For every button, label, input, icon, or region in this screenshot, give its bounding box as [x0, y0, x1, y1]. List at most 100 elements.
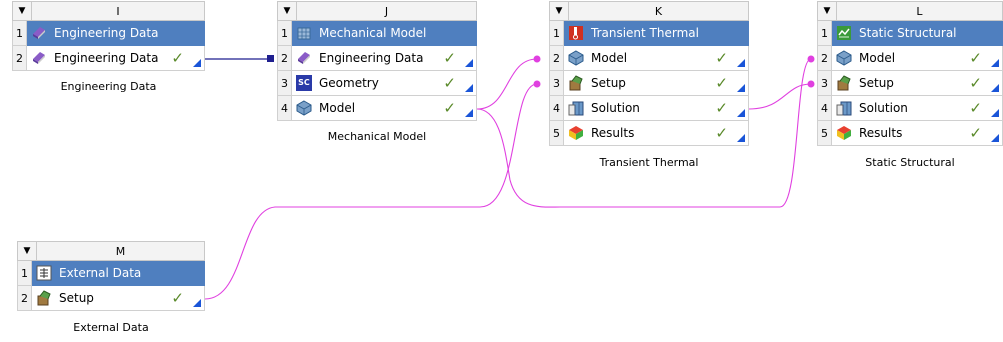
- status-check-icon: ✓: [171, 289, 184, 307]
- system-header-row[interactable]: 1 Transient Thermal: [549, 21, 749, 46]
- cell-results[interactable]: 5 Results ✓: [549, 121, 749, 146]
- collapse-toggle[interactable]: ▼: [817, 1, 837, 21]
- cell-geometry[interactable]: 3 SC Geometry ✓: [277, 71, 477, 96]
- cell-model[interactable]: 2 Model ✓: [817, 46, 1003, 71]
- system-letter: K: [569, 1, 749, 21]
- status-check-icon: ✓: [969, 124, 982, 142]
- collapse-toggle[interactable]: ▼: [17, 241, 37, 261]
- link-j-model-to-k-model[interactable]: [476, 58, 538, 110]
- model-mesh-icon: [295, 99, 313, 117]
- row-number: 3: [549, 71, 564, 96]
- row-label: Setup: [59, 291, 94, 305]
- system-header-row[interactable]: 1 Static Structural: [817, 21, 1003, 46]
- system-i: ▼ I 1 Engineering Data 2 Engineering Dat…: [12, 1, 205, 71]
- results-icon: [835, 124, 853, 142]
- cell-setup[interactable]: 2 Setup ✓: [17, 286, 205, 311]
- link-endpoint-dot: [533, 55, 541, 63]
- row-number: 4: [549, 96, 564, 121]
- cell-corner-marker: [465, 84, 473, 92]
- system-header-row[interactable]: 1 Mechanical Model: [277, 21, 477, 46]
- cell-corner-marker: [465, 59, 473, 67]
- external-data-icon: [35, 264, 53, 282]
- row-label: Solution: [591, 101, 640, 115]
- row-number: 1: [17, 261, 32, 286]
- cell-corner-marker: [737, 59, 745, 67]
- cell-corner-marker: [991, 109, 999, 117]
- cell-corner-marker: [737, 109, 745, 117]
- transient-thermal-icon: [567, 24, 585, 42]
- row-number: 2: [12, 46, 27, 71]
- row-label: Engineering Data: [319, 51, 424, 65]
- status-check-icon: ✓: [443, 74, 456, 92]
- cell-model[interactable]: 2 Model ✓: [549, 46, 749, 71]
- system-letter: M: [37, 241, 205, 261]
- cell-solution[interactable]: 4 Solution ✓: [549, 96, 749, 121]
- row-label: Engineering Data: [54, 51, 159, 65]
- row-label: Solution: [859, 101, 908, 115]
- system-caption[interactable]: Transient Thermal: [549, 156, 749, 169]
- system-header-row[interactable]: 1 Engineering Data: [12, 21, 205, 46]
- cell-model[interactable]: 4 Model ✓: [277, 96, 477, 121]
- row-number: 3: [277, 71, 292, 96]
- row-number: 2: [549, 46, 564, 71]
- status-check-icon: ✓: [715, 124, 728, 142]
- cell-corner-marker: [193, 299, 201, 307]
- system-caption[interactable]: Static Structural: [817, 156, 1003, 169]
- row-number: 3: [817, 71, 832, 96]
- system-j: ▼ J 1 Mechanical Model 2 Engineering Dat…: [277, 1, 477, 121]
- row-number: 2: [17, 286, 32, 311]
- collapse-toggle[interactable]: ▼: [277, 1, 297, 21]
- row-label: Results: [859, 126, 903, 140]
- row-number: 5: [549, 121, 564, 146]
- cell-engineering-data[interactable]: 2 Engineering Data ✓: [277, 46, 477, 71]
- engineering-data-icon: [30, 49, 48, 67]
- row-label: Setup: [591, 76, 626, 90]
- status-check-icon: ✓: [969, 49, 982, 67]
- cell-corner-marker: [193, 59, 201, 67]
- system-caption[interactable]: Mechanical Model: [277, 130, 477, 143]
- link-endpoint-dot: [533, 80, 541, 88]
- cell-engineering-data[interactable]: 2 Engineering Data ✓: [12, 46, 205, 71]
- link-endpoint-dot: [807, 80, 815, 88]
- system-caption[interactable]: External Data: [17, 321, 205, 334]
- row-label: External Data: [59, 266, 142, 280]
- row-number: 1: [277, 21, 292, 46]
- system-letter: L: [837, 1, 1003, 21]
- row-number: 1: [549, 21, 564, 46]
- cell-setup[interactable]: 3 Setup ✓: [549, 71, 749, 96]
- mechanical-model-icon: [295, 24, 313, 42]
- row-label: Engineering Data: [54, 26, 159, 40]
- link-endpoint-square: [267, 55, 274, 62]
- cell-corner-marker: [465, 109, 473, 117]
- row-label: Results: [591, 126, 635, 140]
- status-check-icon: ✓: [715, 99, 728, 117]
- link-endpoint-dot: [807, 55, 815, 63]
- solution-icon: [835, 99, 853, 117]
- system-m: ▼ M 1 External Data 2 Setup ✓: [17, 241, 205, 311]
- status-check-icon: ✓: [715, 49, 728, 67]
- status-check-icon: ✓: [715, 74, 728, 92]
- system-header-row[interactable]: 1 External Data: [17, 261, 205, 286]
- row-label: Geometry: [319, 76, 379, 90]
- row-number: 4: [277, 96, 292, 121]
- row-label: Transient Thermal: [591, 26, 699, 40]
- row-number: 1: [12, 21, 27, 46]
- cell-solution[interactable]: 4 Solution ✓: [817, 96, 1003, 121]
- setup-icon: [567, 74, 585, 92]
- static-structural-icon: [835, 24, 853, 42]
- cell-corner-marker: [991, 134, 999, 142]
- solution-icon: [567, 99, 585, 117]
- cell-corner-marker: [991, 59, 999, 67]
- cell-corner-marker: [991, 84, 999, 92]
- system-letter: J: [297, 1, 477, 21]
- system-caption[interactable]: Engineering Data: [12, 80, 205, 93]
- cell-setup[interactable]: 3 Setup ✓: [817, 71, 1003, 96]
- cell-results[interactable]: 5 Results ✓: [817, 121, 1003, 146]
- status-check-icon: ✓: [969, 99, 982, 117]
- collapse-toggle[interactable]: ▼: [12, 1, 32, 21]
- cell-corner-marker: [737, 84, 745, 92]
- row-number: 2: [817, 46, 832, 71]
- engineering-data-icon: [30, 24, 48, 42]
- status-check-icon: ✓: [171, 49, 184, 67]
- collapse-toggle[interactable]: ▼: [549, 1, 569, 21]
